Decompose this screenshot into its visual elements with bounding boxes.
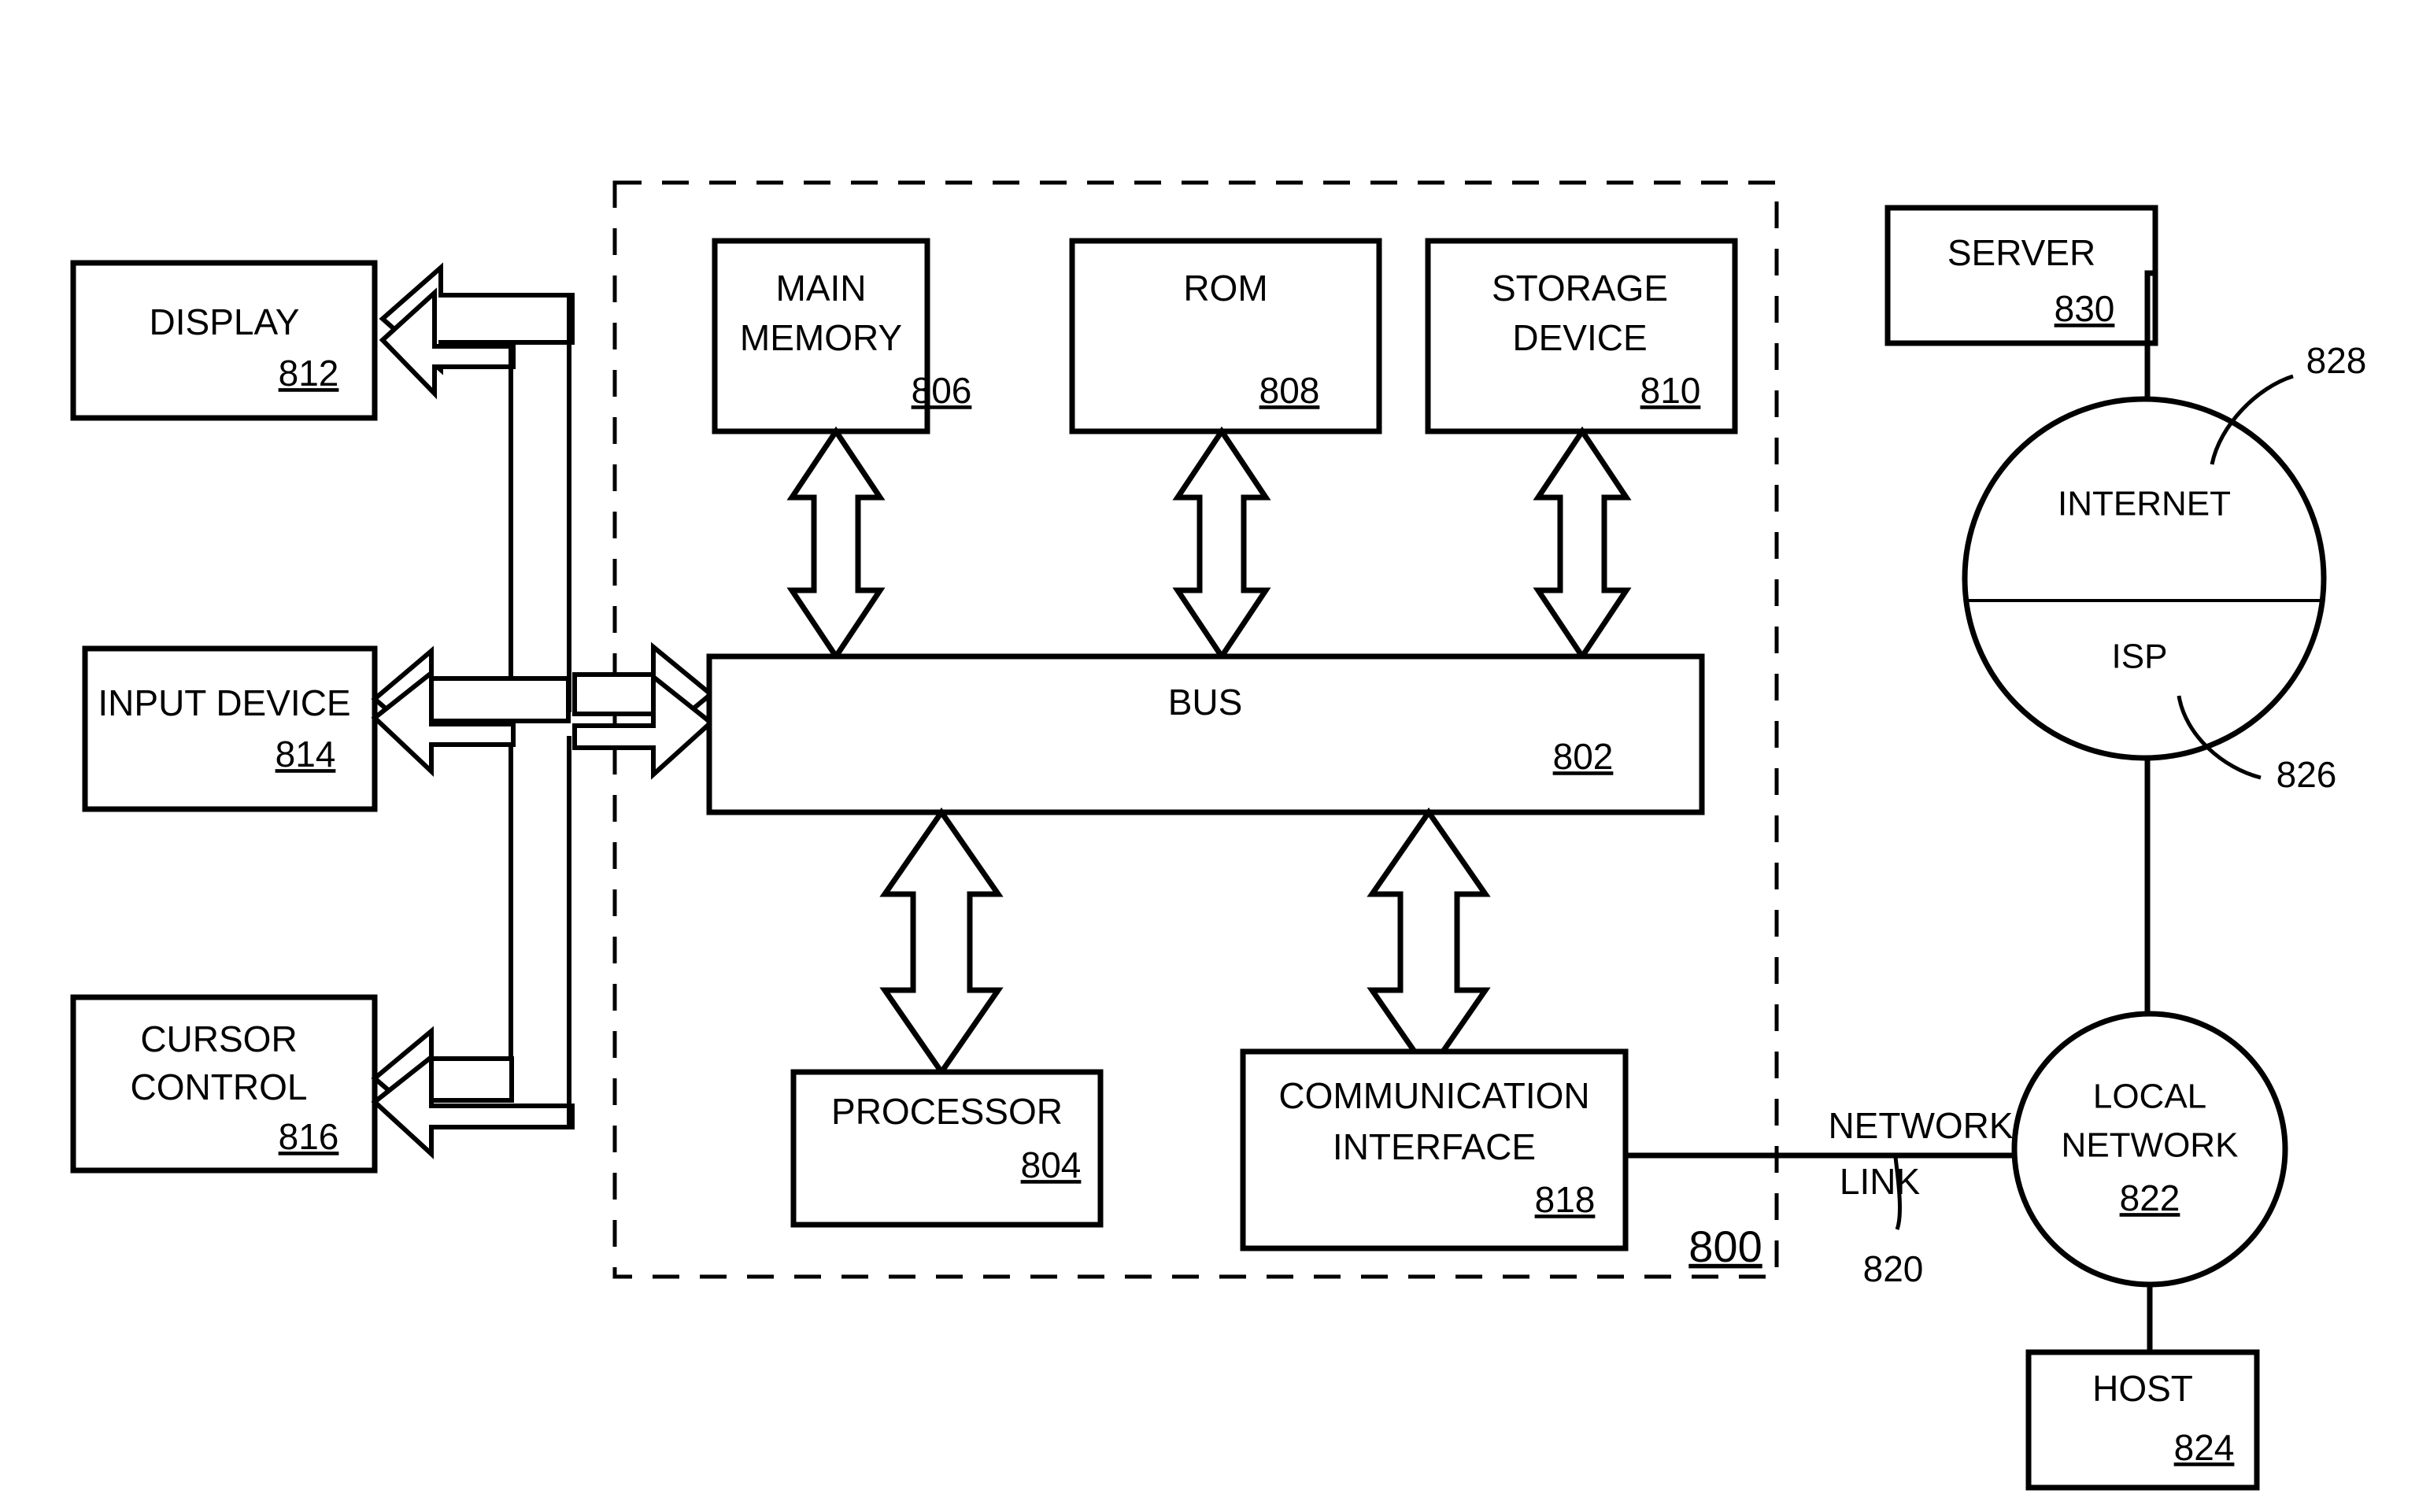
host-ref: 824 xyxy=(2174,1427,2235,1468)
block-rom[interactable]: ROM 808 xyxy=(1069,238,1382,434)
block-bus[interactable]: BUS 802 xyxy=(706,653,1705,815)
communication-interface-label-line2: INTERFACE xyxy=(1333,1126,1536,1167)
patent-figure-canvas: DISPLAY 812 INPUT DEVICE 814 CURSOR CONT… xyxy=(0,0,2430,1512)
processor-label: PROCESSOR xyxy=(831,1091,1063,1132)
server-ref: 830 xyxy=(2055,288,2115,329)
block-server[interactable]: SERVER 830 xyxy=(1884,205,2158,346)
computer-system-diagram: DISPLAY 812 INPUT DEVICE 814 CURSOR CONT… xyxy=(70,180,2367,1491)
block-cursor-control[interactable]: CURSOR CONTROL 816 xyxy=(70,994,378,1174)
node-local-network[interactable]: LOCAL NETWORK 822 xyxy=(2011,1011,2288,1288)
block-processor[interactable]: PROCESSOR 804 xyxy=(790,1069,1104,1228)
rom-label: ROM xyxy=(1183,268,1267,309)
storage-device-ref: 810 xyxy=(1640,370,1701,411)
processor-ref: 804 xyxy=(1021,1144,1082,1185)
block-storage-device[interactable]: STORAGE DEVICE 810 xyxy=(1425,238,1738,434)
display-label: DISPLAY xyxy=(150,301,300,342)
block-main-memory[interactable]: MAIN MEMORY 806 xyxy=(712,238,972,434)
double-headed-arrow-icon-rom xyxy=(1172,426,1271,662)
host-label: HOST xyxy=(2092,1368,2193,1409)
double-headed-arrow-icon-main-memory xyxy=(786,426,886,662)
block-display[interactable]: DISPLAY 812 xyxy=(70,260,378,421)
server-label: SERVER xyxy=(1947,232,2095,273)
cursor-control-label-line1: CURSOR xyxy=(140,1018,297,1059)
server-box[interactable] xyxy=(1884,205,2158,346)
communication-interface-ref: 818 xyxy=(1535,1179,1596,1220)
main-memory-ref: 806 xyxy=(912,370,972,411)
communication-interface-label-line1: COMMUNICATION xyxy=(1278,1075,1589,1116)
bus-ref: 802 xyxy=(1553,736,1614,777)
internet-label: INTERNET xyxy=(2058,485,2231,523)
double-headed-arrow-icon-processor xyxy=(879,807,1004,1078)
internet-ref: 828 xyxy=(2306,340,2367,381)
local-network-ref: 822 xyxy=(2120,1177,2180,1218)
isp-label: ISP xyxy=(2112,638,2168,676)
bus-bar[interactable] xyxy=(706,653,1705,815)
input-device-label: INPUT DEVICE xyxy=(98,682,350,723)
local-network-label-line1: LOCAL xyxy=(2093,1078,2206,1116)
double-headed-arrow-icon-communication-interface xyxy=(1367,807,1491,1078)
local-network-label-line2: NETWORK xyxy=(2062,1126,2239,1165)
system-ref-800: 800 xyxy=(1688,1222,1762,1271)
network-link-ref: 820 xyxy=(1863,1248,1924,1289)
rom-ref: 808 xyxy=(1259,370,1320,411)
display-ref: 812 xyxy=(279,353,339,394)
network-link-label-line1: NETWORK xyxy=(1828,1105,2013,1146)
storage-device-label-line1: STORAGE xyxy=(1492,268,1668,309)
input-device-box[interactable] xyxy=(82,645,378,812)
storage-device-label-line2: DEVICE xyxy=(1512,317,1647,358)
input-device-ref: 814 xyxy=(276,734,336,774)
isp-ref: 826 xyxy=(2277,754,2337,795)
block-input-device[interactable]: INPUT DEVICE 814 xyxy=(82,645,378,812)
double-headed-arrow-icon-storage-device xyxy=(1533,426,1632,662)
cursor-control-label-line2: CONTROL xyxy=(131,1067,308,1107)
node-internet[interactable]: INTERNET ISP xyxy=(1962,396,2327,761)
main-memory-label-line1: MAIN xyxy=(776,268,867,309)
block-communication-interface[interactable]: COMMUNICATION INTERFACE 818 xyxy=(1240,1048,1629,1251)
bus-label: BUS xyxy=(1168,682,1243,723)
network-link-label-line2: LINK xyxy=(1840,1161,1921,1202)
block-host[interactable]: HOST 824 xyxy=(2025,1349,2260,1491)
cursor-control-ref: 816 xyxy=(279,1116,339,1157)
main-memory-label-line2: MEMORY xyxy=(740,317,902,358)
internet-circle[interactable] xyxy=(1962,396,2327,761)
